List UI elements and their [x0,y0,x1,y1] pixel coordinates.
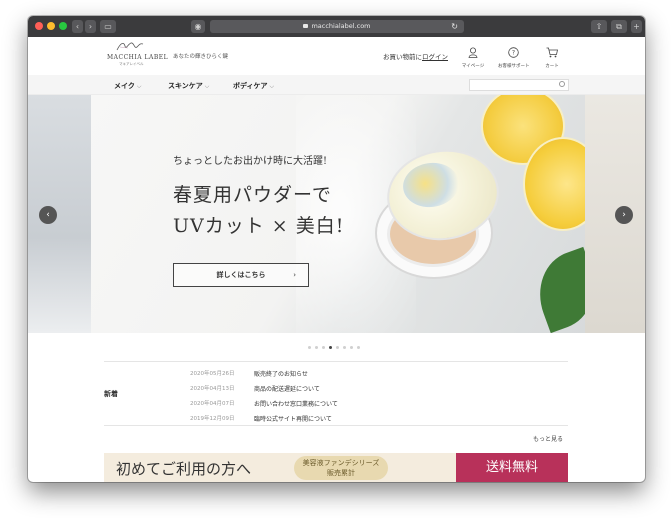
first-time-banner[interactable]: 初めてご利用の方へ 美容液ファンデシリーズ 販売累計 送料無料 [104,453,568,482]
reload-icon[interactable]: ↻ [451,20,458,33]
search-input[interactable] [469,79,569,91]
banner-badge: 美容液ファンデシリーズ 販売累計 [294,456,388,480]
logo-text[interactable]: MACCHIA LABEL [107,54,168,61]
previous-slide-peek [28,95,91,333]
hero-heading-line2: UVカット × 美白! [173,215,345,237]
news-date: 2020年04月13日 [190,386,235,392]
news-date: 2019年12月09日 [190,416,235,422]
hero-heading-line1: 春夏用パウダーで [173,184,332,206]
details-button-label: 詳しくはこちら [216,271,266,279]
leaf-image [526,246,585,333]
address-bar[interactable]: macchialabel.com ↻ [210,20,464,33]
cart-button[interactable]: カート [537,43,567,69]
news-date: 2020年05月26日 [190,371,235,377]
nav-item-label: メイク [114,82,135,90]
browser-toolbar: ‹ › ▭ ◉ macchialabel.com ↻ ⇧ ⧉ + [28,16,645,37]
carousel-dot[interactable] [357,346,360,349]
free-shipping-banner[interactable]: 送料無料 [456,453,568,482]
news-link[interactable]: 販売終了のお知らせ [254,369,454,378]
carousel-dot[interactable] [308,346,311,349]
nav-item-bodycare[interactable]: ボディケア ⌵ [233,81,274,91]
news-title: 新着 [104,390,118,398]
news-link[interactable]: 商品の配送遅延について [254,384,454,393]
url-text: macchialabel.com [311,22,371,30]
logo-script-mark[interactable] [116,40,144,52]
minimize-window-button[interactable] [47,22,55,30]
new-tab-icon[interactable]: + [631,20,642,33]
news-link[interactable]: 臨時公式サイト再開について [254,414,454,423]
login-note: お買い物前にログイン [383,51,448,61]
shield-icon[interactable]: ◉ [191,20,205,33]
category-nav: メイク ⌵ スキンケア ⌵ ボディケア ⌵ [28,75,645,95]
search-icon[interactable] [559,81,565,87]
tagline: あなたの輝きひらく鍵 [173,54,229,60]
carousel-dot[interactable] [322,346,325,349]
site-header: MACCHIA LABEL マキアレイベル あなたの輝きひらく鍵 お買い物前にロ… [28,37,645,75]
sidebar-toggle-icon[interactable]: ▭ [100,20,116,33]
support-button[interactable]: ? お客様サポート [498,43,530,69]
support-label: お客様サポート [498,64,530,69]
browser-window: ‹ › ▭ ◉ macchialabel.com ↻ ⇧ ⧉ + MACCHIA… [28,16,645,482]
nav-item-label: スキンケア [168,82,203,90]
login-link[interactable]: ログイン [422,53,448,61]
cart-label: カート [545,64,559,69]
nav-item-label: ボディケア [233,82,268,90]
back-arrow-icon[interactable]: ‹ [72,20,83,33]
banner-heading: 初めてご利用の方へ [116,460,252,478]
badge-line2: 販売累計 [327,469,355,477]
nav-item-makeup[interactable]: メイク ⌵ [114,81,141,91]
carousel-prev-button[interactable]: ‹ [39,206,57,224]
news-link[interactable]: お問い合わせ窓口業務について [254,399,454,408]
news-section: 新着 2020年05月26日 販売終了のお知らせ 2020年04月13日 商品の… [104,361,568,426]
tabs-overview-icon[interactable]: ⧉ [611,20,627,33]
carousel-dot[interactable] [336,346,339,349]
chevron-down-icon: ⌵ [204,83,210,90]
chevron-down-icon: ⌵ [136,83,142,90]
close-window-button[interactable] [35,22,43,30]
chevron-right-icon: › [293,271,296,279]
badge-line1: 美容液ファンデシリーズ [302,459,380,467]
hero-carousel: ちょっとしたお出かけ時に大活躍! 春夏用パウダーで UVカット × 美白! 詳し… [28,95,645,333]
carousel-next-button[interactable]: › [615,206,633,224]
news-date: 2020年04月07日 [190,401,235,407]
carousel-dot[interactable] [350,346,353,349]
carousel-dot[interactable] [343,346,346,349]
chevron-down-icon: ⌵ [269,83,275,90]
hero-slide[interactable]: ちょっとしたお出かけ時に大活躍! 春夏用パウダーで UVカット × 美白! 詳し… [91,95,585,333]
mypage-label: マイページ [461,64,485,69]
zoom-window-button[interactable] [59,22,67,30]
nav-item-skincare[interactable]: スキンケア ⌵ [168,81,209,91]
login-prefix: お買い物前に [383,53,422,61]
forward-arrow-icon[interactable]: › [85,20,96,33]
svg-text:?: ? [511,50,514,57]
cart-icon [546,47,558,58]
details-button[interactable]: 詳しくはこちら › [173,263,309,287]
logo-subtext: マキアレイベル [119,62,144,66]
carousel-dot[interactable] [315,346,318,349]
mypage-button[interactable]: マイページ [458,43,488,69]
hero-subheading: ちょっとしたお出かけ時に大活躍! [173,156,328,167]
more-news-link[interactable]: もっと見る [533,434,563,443]
carousel-dot[interactable] [329,346,332,349]
lock-icon [303,24,309,28]
question-icon: ? [507,47,519,58]
share-icon[interactable]: ⇧ [591,20,607,33]
user-icon [468,47,478,58]
